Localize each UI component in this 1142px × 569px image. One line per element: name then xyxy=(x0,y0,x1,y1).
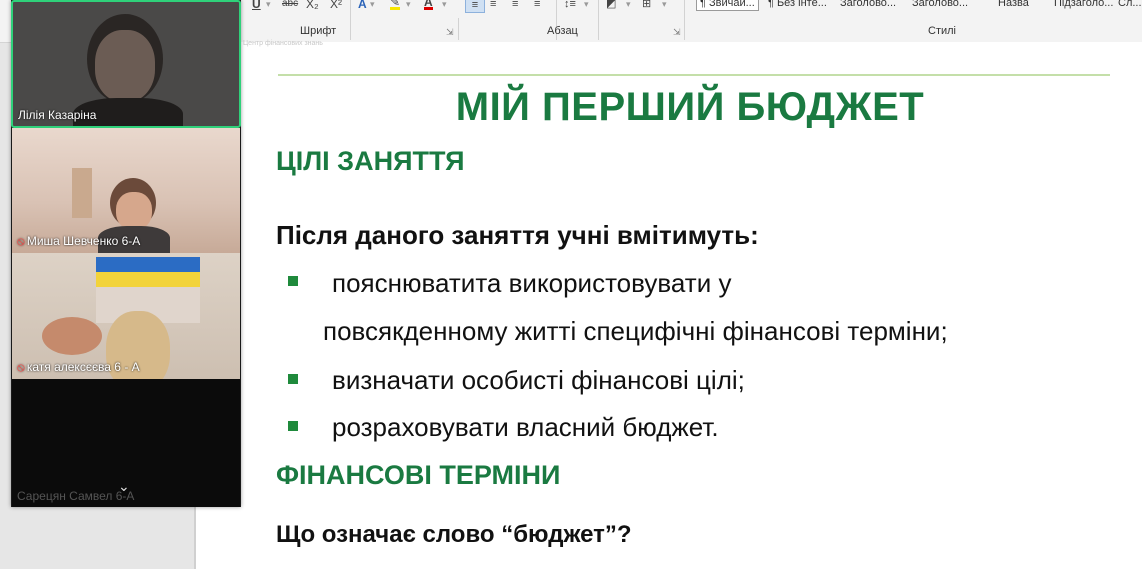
bullet-marker xyxy=(288,374,298,384)
participant-tile[interactable]: ⦸ Миша Шевченко 6-А xyxy=(12,128,240,253)
document-title[interactable]: МІЙ ПЕРШИЙ БЮДЖЕТ xyxy=(240,85,1140,130)
participant-tile-active[interactable]: Лілія Казаріна xyxy=(11,0,241,128)
borders-icon[interactable]: ⊞ xyxy=(642,0,651,11)
header-rule xyxy=(278,74,1110,76)
align-center-button[interactable]: ≡ xyxy=(490,0,496,11)
subscript-button[interactable]: X₂ xyxy=(306,0,319,11)
toys-shelf xyxy=(42,317,102,355)
lead-sentence[interactable]: Після даного заняття учні вмітимуть: xyxy=(276,220,759,251)
participant-name: ⦸ Миша Шевченко 6-А xyxy=(17,234,141,248)
flag-stripe xyxy=(96,257,200,272)
style-heading-1[interactable]: Заголово... xyxy=(840,0,896,10)
participant-name: Лілія Казаріна xyxy=(18,108,97,122)
bullet-text[interactable]: визначати особисті фінансові цілі; xyxy=(332,365,745,396)
mic-off-icon: ⦸ xyxy=(17,360,25,374)
highlight-color-icon[interactable]: ✎ xyxy=(390,0,401,10)
style-heading-2[interactable]: Заголово... xyxy=(912,0,968,10)
bullet-text[interactable]: розраховувати власний бюджет. xyxy=(332,412,719,443)
background-object xyxy=(72,168,92,218)
styles-group-label: Стилі xyxy=(928,25,956,37)
style-subtitle[interactable]: Підзаголо... xyxy=(1054,0,1113,10)
style-no-spacing[interactable]: ¶ Без інте... xyxy=(768,0,827,10)
highlight-dropdown-icon[interactable]: ▾ xyxy=(406,0,411,11)
participant-face xyxy=(95,30,155,102)
mic-off-icon: ⦸ xyxy=(17,234,25,248)
font-color-dropdown-icon[interactable]: ▾ xyxy=(442,0,447,11)
bullet-text[interactable]: пояснюватита використовувати у xyxy=(332,268,731,299)
font-color-icon[interactable]: A xyxy=(424,0,433,10)
style-subtle-emphasis[interactable]: Сл... xyxy=(1118,0,1142,10)
borders-dropdown-icon[interactable]: ▾ xyxy=(662,0,667,11)
text-effects-dropdown-icon[interactable]: ▾ xyxy=(370,0,375,11)
paragraph-dialog-launcher-icon[interactable]: ⇲ xyxy=(673,28,682,37)
bullet-marker xyxy=(288,421,298,431)
style-title[interactable]: Назва xyxy=(998,0,1029,10)
styles-gallery: ¶ Звичай... ¶ Без інте... Заголово... За… xyxy=(690,0,1142,12)
bullet-marker xyxy=(288,276,298,286)
align-right-button[interactable]: ≡ xyxy=(512,0,518,11)
participant-name: Сарецян Самвел 6-А xyxy=(17,489,135,503)
section-heading-goals[interactable]: ЦІЛІ ЗАНЯТТЯ xyxy=(276,146,465,177)
line-spacing-icon[interactable]: ↕≡ xyxy=(564,0,576,11)
align-left-button[interactable]: ≡ xyxy=(465,0,485,13)
participant-name: ⦸ катя алексєєва 6 - А xyxy=(17,360,140,374)
page-watermark: Центр фінансових знань xyxy=(243,40,323,47)
participant-tile-camera-off[interactable]: ⌄ Сарецян Самвел 6-А xyxy=(12,379,240,507)
participant-tile[interactable]: ⦸ катя алексєєва 6 - А xyxy=(12,253,240,379)
question-text[interactable]: Що означає слово “бюджет”? xyxy=(276,521,632,549)
paragraph-group-label: Абзац xyxy=(547,25,578,37)
shading-dropdown-icon[interactable]: ▾ xyxy=(626,0,631,11)
participant-face xyxy=(116,192,152,230)
text-effects-icon[interactable]: A xyxy=(358,0,367,11)
strikethrough-button[interactable]: abc xyxy=(282,0,298,11)
section-heading-terms[interactable]: ФІНАНСОВІ ТЕРМІНИ xyxy=(276,460,560,491)
style-normal[interactable]: ¶ Звичай... xyxy=(696,0,759,11)
superscript-button[interactable]: X² xyxy=(330,0,342,11)
line-spacing-dropdown-icon[interactable]: ▾ xyxy=(584,0,589,11)
shading-icon[interactable]: ◩ xyxy=(606,0,616,11)
underline-button[interactable]: U xyxy=(252,0,261,11)
underline-dropdown-icon[interactable]: ▾ xyxy=(266,0,271,11)
bullet-text-continuation[interactable]: повсякденному житті специфічні фінансові… xyxy=(323,316,948,347)
video-call-panel: Лілія Казаріна ⦸ Миша Шевченко 6-А ⦸ катя … xyxy=(11,0,241,507)
justify-button[interactable]: ≡ xyxy=(534,0,540,11)
font-dialog-launcher-icon[interactable]: ⇲ xyxy=(446,28,455,37)
font-group-label: Шрифт xyxy=(300,25,337,37)
